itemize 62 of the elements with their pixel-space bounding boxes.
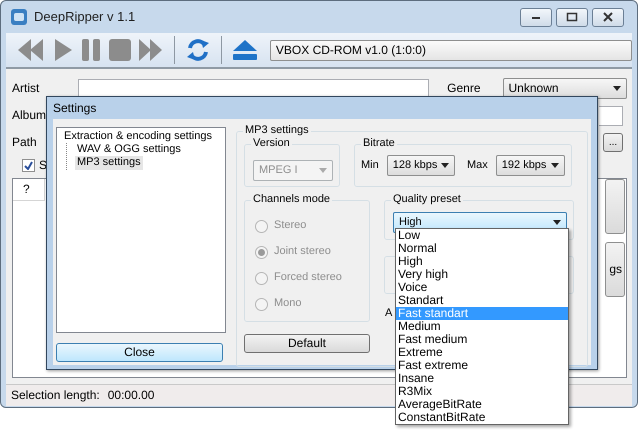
previous-icon[interactable] bbox=[16, 37, 46, 63]
tree-item[interactable]: MP3 settings bbox=[75, 156, 143, 170]
group-title: Quality preset bbox=[391, 193, 463, 206]
caret-icon bbox=[613, 86, 621, 91]
status-label: Selection length: bbox=[11, 388, 100, 403]
pause-icon[interactable] bbox=[80, 37, 102, 63]
dropdown-option[interactable]: R3Mix bbox=[396, 385, 568, 398]
field-label: Min bbox=[361, 158, 379, 172]
refresh-icon[interactable] bbox=[184, 37, 211, 63]
dropdown-option[interactable]: Medium bbox=[396, 320, 568, 333]
radio-label: Joint stereo bbox=[274, 245, 331, 259]
tree-item[interactable]: WAV & OGG settings bbox=[75, 143, 183, 156]
maximize-icon bbox=[565, 11, 579, 23]
dropdown-option[interactable]: Standart bbox=[396, 294, 568, 307]
default-button[interactable]: Default bbox=[244, 334, 370, 353]
caret-icon bbox=[551, 163, 559, 168]
dropdown-option[interactable]: Fast extreme bbox=[396, 359, 568, 372]
caret-icon bbox=[319, 168, 327, 173]
column-header[interactable]: ? bbox=[13, 179, 45, 201]
checkbox[interactable] bbox=[22, 158, 35, 172]
max-bitrate-dropdown[interactable]: 192 kbps bbox=[496, 155, 565, 176]
next-icon[interactable] bbox=[138, 37, 164, 63]
app-logo-icon bbox=[10, 8, 28, 26]
checkbox-label: S bbox=[39, 158, 48, 172]
dropdown-option[interactable]: ConstantBitRate bbox=[396, 411, 568, 424]
text-field[interactable] bbox=[599, 106, 623, 126]
side-button[interactable] bbox=[605, 179, 625, 234]
minimize-button[interactable] bbox=[520, 8, 552, 26]
drive-dropdown[interactable]: VBOX CD-ROM v1.0 (1:0:0) bbox=[270, 40, 632, 60]
stop-icon[interactable] bbox=[108, 37, 132, 63]
radio-label: Stereo bbox=[274, 219, 306, 233]
dropdown-option[interactable]: Insane bbox=[396, 372, 568, 385]
radio-label: Mono bbox=[274, 297, 302, 311]
group-title: MP3 settings bbox=[243, 124, 311, 138]
close-icon bbox=[601, 11, 615, 23]
caret-icon bbox=[441, 163, 449, 168]
eject-icon[interactable] bbox=[232, 38, 258, 62]
field-label: Max bbox=[467, 158, 488, 172]
dropdown-option[interactable]: Very high bbox=[396, 268, 568, 281]
close-button[interactable]: Close bbox=[56, 343, 223, 362]
field-label: A bbox=[384, 307, 392, 320]
dropdown-option[interactable]: High bbox=[396, 255, 568, 268]
field-label: Genre bbox=[447, 81, 480, 96]
play-icon[interactable] bbox=[52, 37, 74, 63]
close-button[interactable] bbox=[592, 8, 624, 26]
dropdown-option[interactable]: Normal bbox=[396, 242, 568, 255]
status-value: 00:00.00 bbox=[108, 388, 154, 403]
tree-item[interactable]: Extraction & encoding settings bbox=[62, 130, 214, 144]
min-bitrate-dropdown[interactable]: 128 kbps bbox=[386, 155, 455, 176]
side-button[interactable]: gs bbox=[605, 242, 625, 297]
field-label: Artist bbox=[12, 81, 40, 96]
caret-icon bbox=[553, 220, 561, 225]
dropdown-option[interactable]: Voice bbox=[396, 281, 568, 294]
dropdown-option[interactable]: Extreme bbox=[396, 346, 568, 359]
browse-button[interactable]: ... bbox=[603, 133, 623, 152]
window-title: DeepRipper v 1.1 bbox=[34, 9, 136, 25]
maximize-button[interactable] bbox=[556, 8, 588, 26]
dropdown-option[interactable]: AverageBitRate bbox=[396, 398, 568, 411]
radio-label: Forced stereo bbox=[274, 271, 342, 285]
dialog-title: Settings bbox=[53, 100, 98, 117]
dropdown-option[interactable]: Fast medium bbox=[396, 333, 568, 346]
text-field[interactable] bbox=[78, 78, 430, 98]
